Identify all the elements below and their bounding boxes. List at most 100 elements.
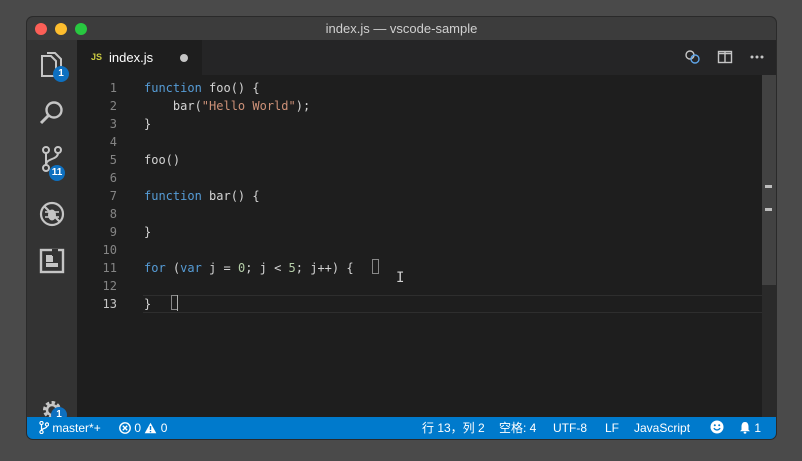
activity-bar: 1 11 1: [27, 40, 77, 423]
text-token: bar() {: [201, 189, 260, 203]
line-number: 12: [102, 279, 117, 293]
smiley-icon: [710, 420, 724, 434]
text-token: j =: [201, 261, 238, 275]
end-of-line-status[interactable]: LF: [605, 417, 619, 439]
line-text: for (var j = 0; j < 5; j++) {: [144, 259, 354, 277]
tab-index-js[interactable]: JS index.js: [77, 40, 202, 75]
code-line[interactable]: 2 bar("Hello World");: [77, 97, 776, 115]
line-number: 4: [109, 135, 117, 149]
text-token: foo(): [144, 153, 181, 167]
text-token: ; j <: [245, 261, 289, 275]
open-changes-icon: [685, 50, 700, 64]
text-token: }: [144, 225, 152, 239]
notification-count: 1: [754, 421, 762, 435]
feedback-button[interactable]: [710, 417, 724, 439]
extensions-icon: [39, 248, 65, 274]
code-line[interactable]: 8: [77, 205, 776, 223]
code-line[interactable]: 1 function foo() {: [77, 79, 776, 97]
status-bar: master*+ 0 0 行 13，列 2 空格: 4 UTF-8 LF Jav…: [27, 417, 776, 439]
text-cursor: [177, 295, 178, 311]
code-line[interactable]: 5 foo(): [77, 151, 776, 169]
javascript-file-icon: JS: [91, 52, 103, 62]
debug-icon: [39, 201, 65, 227]
problems-status[interactable]: 0 0: [119, 417, 167, 439]
line-number: 2: [109, 99, 117, 113]
mouse-ibeam-cursor-icon: I: [396, 270, 405, 286]
text-token: foo() {: [201, 81, 260, 95]
text-token: (: [165, 261, 181, 275]
line-number: 1: [109, 81, 117, 95]
unsaved-dot-icon[interactable]: [180, 54, 188, 62]
activity-debug[interactable]: [27, 191, 77, 237]
indentation-status[interactable]: 空格: 4: [499, 417, 536, 439]
line-text: function foo() {: [144, 79, 260, 97]
line-text: bar("Hello World");: [144, 97, 310, 115]
line-number: 8: [109, 207, 117, 221]
activity-explorer[interactable]: 1: [27, 42, 77, 88]
vertical-scrollbar-thumb[interactable]: [762, 75, 776, 285]
window-title: index.js — vscode-sample: [325, 21, 478, 36]
open-changes-button[interactable]: [684, 49, 702, 70]
branch-icon: [39, 420, 50, 435]
text-token: bar(: [144, 99, 202, 113]
keyword-token: for: [144, 261, 166, 275]
error-count: 0: [134, 421, 142, 435]
vscode-window: index.js — vscode-sample 1 11 1 JS index…: [27, 17, 776, 439]
line-number: 5: [109, 153, 117, 167]
error-icon: [119, 422, 131, 434]
more-actions-button[interactable]: [749, 49, 765, 70]
warning-count: 0: [160, 421, 168, 435]
search-icon: [39, 101, 63, 125]
code-line[interactable]: 7 function bar() {: [77, 187, 776, 205]
line-number: 13: [102, 297, 117, 311]
keyword-token: function: [144, 81, 202, 95]
split-editor-button[interactable]: [717, 49, 733, 70]
activity-extensions[interactable]: [27, 237, 77, 283]
line-text: function bar() {: [144, 187, 260, 205]
text-token: );: [295, 99, 311, 113]
encoding-status[interactable]: UTF-8: [553, 417, 587, 439]
code-line[interactable]: 3}: [77, 115, 776, 133]
overview-ruler-mark: [765, 185, 772, 188]
code-line[interactable]: 11 for (var j = 0; j < 5; j++) {: [77, 259, 776, 277]
line-number: 7: [109, 189, 117, 203]
source-control-badge: 11: [49, 165, 65, 181]
code-line[interactable]: 4: [77, 133, 776, 151]
activity-search[interactable]: [27, 90, 77, 136]
current-line-highlight: [143, 295, 774, 313]
line-text: foo(): [144, 151, 180, 169]
line-text: }: [144, 223, 151, 241]
editor-group: JS index.js 1 function foo() {2 bar("Hell…: [77, 40, 776, 417]
branch-status[interactable]: master*+: [39, 417, 101, 439]
line-number: 6: [109, 171, 117, 185]
language-mode-status[interactable]: JavaScript: [634, 417, 690, 439]
code-line[interactable]: 12: [77, 277, 776, 295]
cursor-position-status[interactable]: 行 13，列 2: [422, 417, 485, 439]
code-line[interactable]: 6: [77, 169, 776, 187]
text-token: ; j++) {: [295, 261, 354, 275]
activity-source-control[interactable]: 11: [27, 136, 77, 182]
title-bar: index.js — vscode-sample: [27, 17, 776, 40]
keyword-token: var: [180, 261, 202, 275]
line-number: 3: [109, 117, 117, 131]
matching-bracket-highlight: [372, 259, 379, 274]
code-line[interactable]: 9}: [77, 223, 776, 241]
line-number: 10: [102, 243, 117, 257]
line-text: }: [144, 115, 151, 133]
code-editor[interactable]: 1 function foo() {2 bar("Hello World"); 3}…: [77, 75, 776, 417]
keyword-token: function: [144, 189, 202, 203]
notifications-status[interactable]: 1: [739, 417, 761, 439]
branch-name: master*+: [52, 421, 101, 435]
more-actions-icon: [750, 55, 764, 59]
number-token: 5: [288, 261, 296, 275]
split-editor-icon: [717, 50, 733, 64]
code-line[interactable]: 10: [77, 241, 776, 259]
text-token: }: [144, 117, 152, 131]
line-number: 9: [109, 225, 117, 239]
warning-icon: [145, 422, 157, 434]
tab-label: index.js: [109, 50, 154, 65]
line-number: 11: [102, 261, 117, 275]
string-token: "Hello World": [201, 99, 296, 113]
bell-icon: [740, 422, 750, 434]
overview-ruler-mark: [765, 208, 772, 211]
